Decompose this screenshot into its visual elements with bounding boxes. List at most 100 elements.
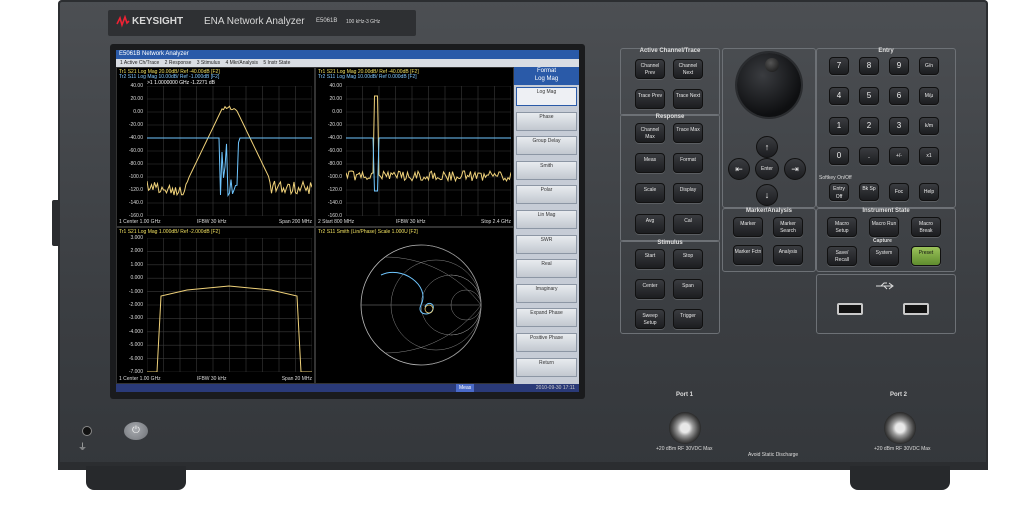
headphone-jack[interactable] [82, 426, 92, 436]
keypad-key[interactable]: 3 [889, 117, 909, 135]
stimulus-group: Stimulus Start Stop Center Span Sweep Se… [620, 240, 720, 334]
y-tick-label: -5.000 [128, 342, 143, 349]
right-foot [850, 466, 950, 490]
port-2-connector[interactable] [884, 412, 916, 444]
keypad-key[interactable]: . [859, 147, 879, 165]
keypad-key[interactable]: x1 [919, 147, 939, 165]
start-button[interactable]: Start [635, 249, 665, 269]
save-recall-button[interactable]: Save/ Recall [827, 246, 857, 266]
trace-pane-3[interactable]: Tr1 S21 Log Mag 1.000dB/ Ref -2.000dB [F… [116, 227, 315, 384]
meas-button[interactable]: Meas [635, 153, 665, 173]
power-button[interactable]: ⏻ [124, 422, 148, 440]
keypad-key[interactable]: k/m [919, 117, 939, 135]
softkey-button[interactable]: Group Delay [516, 136, 577, 156]
y-tick-label: -140.0 [128, 200, 143, 206]
right-arrow-button[interactable]: ⇥ [784, 158, 806, 180]
softkey-button[interactable]: Phase [516, 111, 577, 131]
span-button[interactable]: Span [673, 279, 703, 299]
softkey-panel: Format Log Mag Log Mag Phase Group Delay Sm… [514, 67, 579, 384]
cal-button[interactable]: Cal [673, 214, 703, 234]
help-button[interactable]: Help [919, 183, 939, 201]
system-button[interactable]: System [869, 246, 899, 266]
menu-item[interactable]: 4 Mkr/Analysis [225, 60, 258, 66]
trigger-button[interactable]: Trigger [673, 309, 703, 329]
preset-button[interactable]: Preset [911, 246, 941, 266]
softkey-button[interactable]: Return [516, 357, 577, 377]
trace-pane-1[interactable]: Tr1 S21 Log Mag 20.00dB/ Ref -40.00dB [F… [116, 67, 315, 227]
format-button[interactable]: Format [673, 153, 703, 173]
focus-button[interactable]: Foc [889, 183, 909, 201]
display-button[interactable]: Display [673, 183, 703, 203]
group-title: Stimulus [657, 240, 683, 246]
softkey-title: Format Log Mag [514, 67, 579, 85]
y-tick-label: -4.000 [128, 328, 143, 335]
keypad-key[interactable]: 9 [889, 57, 909, 75]
avg-button[interactable]: Avg [635, 214, 665, 234]
softkey-button[interactable]: Expand Phase [516, 308, 577, 328]
marker-fctn-button[interactable]: Marker Fctn [733, 245, 763, 265]
menu-item[interactable]: 5 Instr State [263, 60, 290, 66]
marker-search-button[interactable]: Marker Search [773, 217, 803, 237]
usb-port-2[interactable] [903, 303, 929, 315]
trace-prev-button[interactable]: Trace Prev [635, 89, 665, 109]
keypad-key[interactable]: 0 [829, 147, 849, 165]
window-title: E5061B Network Analyzer [116, 50, 579, 59]
menu-item[interactable]: 1 Active Ch/Trace [120, 60, 159, 66]
up-arrow-button[interactable]: ↑ [756, 136, 778, 158]
softkey-button[interactable]: Real [516, 259, 577, 279]
keypad-key[interactable]: 4 [829, 87, 849, 105]
group-title: Entry [878, 48, 894, 54]
y-tick-label: -120.0 [128, 187, 143, 193]
keypad-key[interactable]: 2 [859, 117, 879, 135]
menu-item[interactable]: 2 Response [165, 60, 192, 66]
y-tick-label: -20.00 [128, 122, 143, 128]
menu-item[interactable]: 3 Stimulus [197, 60, 220, 66]
keypad-key[interactable]: 8 [859, 57, 879, 75]
smith-chart-pane[interactable]: Tr2 S11 Smith (Lin/Phase) Scale 1.000U [… [315, 227, 514, 384]
channel-next-button[interactable]: Channel Next [673, 59, 703, 79]
trace-pane-2[interactable]: Tr1 S21 Log Mag 20.00dB/ Ref -40.00dB [F… [315, 67, 514, 227]
sweep-setup-button[interactable]: Sweep Setup [635, 309, 665, 329]
channel-max-button[interactable]: Channel Max [635, 123, 665, 143]
softkey-button[interactable]: Imaginary [516, 283, 577, 303]
backspace-button[interactable]: Bk Sp [859, 183, 879, 201]
entry-off-button[interactable]: Entry Off [829, 183, 849, 201]
usb-port-1[interactable] [837, 303, 863, 315]
enter-button[interactable]: Enter [755, 158, 779, 180]
center-button[interactable]: Center [635, 279, 665, 299]
y-tick-label: 40.00 [329, 83, 342, 89]
keypad-key[interactable]: +/- [889, 147, 909, 165]
channel-prev-button[interactable]: Channel Prev [635, 59, 665, 79]
keypad-key[interactable]: 7 [829, 57, 849, 75]
keypad-key[interactable]: 6 [889, 87, 909, 105]
softkey-button[interactable]: Log Mag [516, 87, 577, 106]
keypad-key[interactable]: G/n [919, 57, 939, 75]
softkey-button[interactable]: Smith [516, 160, 577, 180]
port-1-connector[interactable] [669, 412, 701, 444]
stop-button[interactable]: Stop [673, 249, 703, 269]
pane-header: Tr2 S11 Smith (Lin/Phase) Scale 1.000U [… [318, 229, 418, 235]
y-tick-label: -80.00 [327, 161, 342, 167]
trace-next-button[interactable]: Trace Next [673, 89, 703, 109]
display-screen[interactable]: E5061B Network Analyzer 1 Active Ch/Trac… [116, 50, 579, 392]
status-bar: Meas 2010-09-30 17:11 [116, 384, 579, 392]
down-arrow-button[interactable]: ↓ [756, 184, 778, 206]
macro-setup-button[interactable]: Macro Setup [827, 217, 857, 237]
y-tick-label: -60.00 [327, 148, 342, 154]
marker-button[interactable]: Marker [733, 217, 763, 237]
trace-max-button[interactable]: Trace Max [673, 123, 703, 143]
macro-run-button[interactable]: Macro Run [869, 217, 899, 237]
menu-bar: 1 Active Ch/Trace 2 Response 3 Stimulus … [116, 59, 579, 67]
softkey-button[interactable]: Polar [516, 185, 577, 205]
softkey-button[interactable]: Lin Mag [516, 210, 577, 229]
keypad-key[interactable]: 1 [829, 117, 849, 135]
keypad-key[interactable]: M/μ [919, 87, 939, 105]
left-arrow-button[interactable]: ⇤ [728, 158, 750, 180]
keypad-key[interactable]: 5 [859, 87, 879, 105]
softkey-button[interactable]: Positive Phase [516, 333, 577, 352]
macro-break-button[interactable]: Macro Break [911, 217, 941, 237]
softkey-button[interactable]: SWR [516, 234, 577, 254]
scale-button[interactable]: Scale [635, 183, 665, 203]
analysis-button[interactable]: Analysis [773, 245, 803, 265]
pane-footer-right: Stop 2.4 GHz [480, 219, 511, 225]
